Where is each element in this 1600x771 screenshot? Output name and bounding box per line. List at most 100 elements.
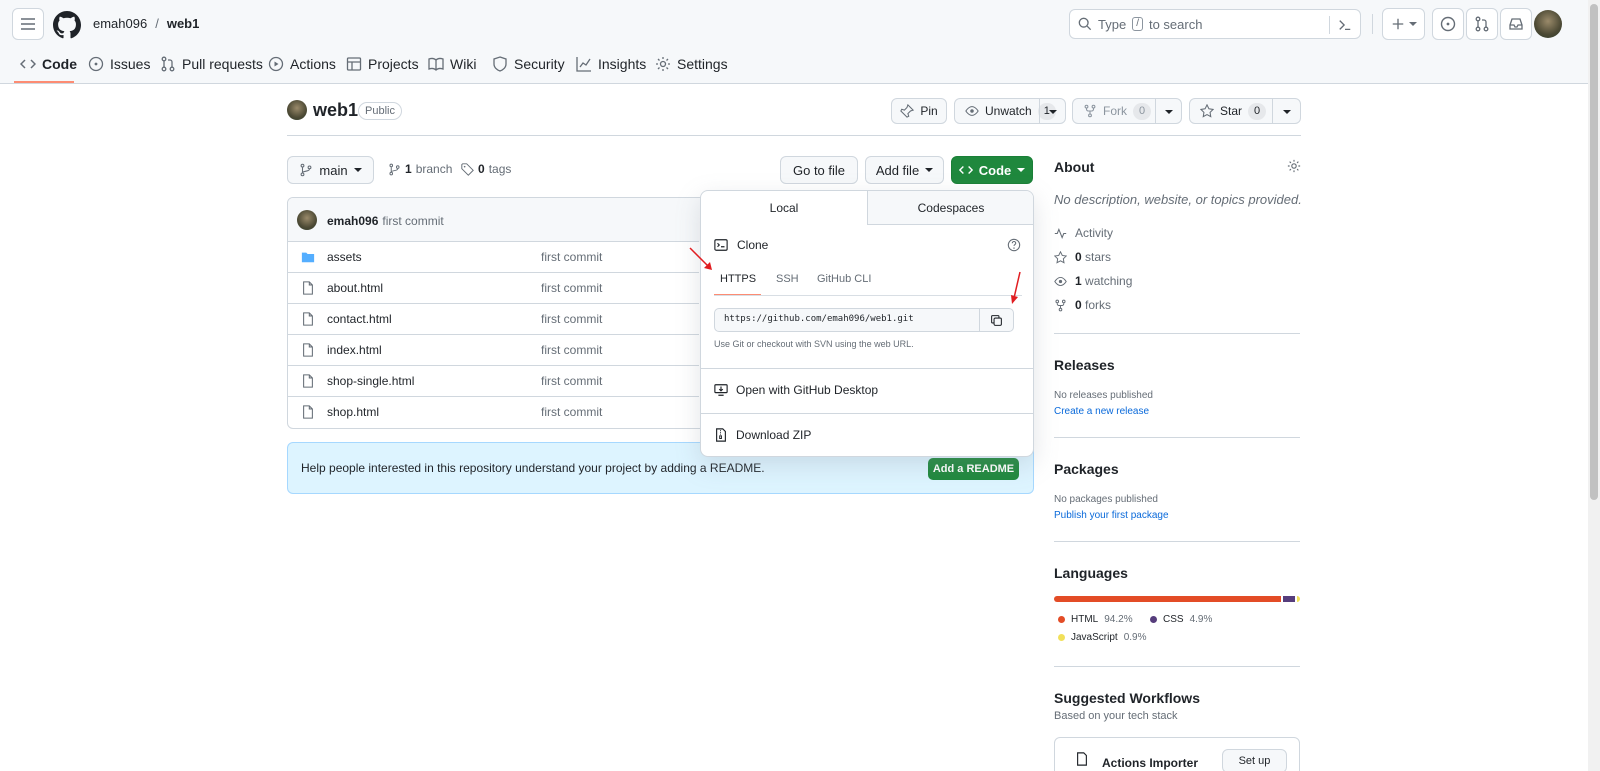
search-input[interactable]: Type / to search (1069, 9, 1361, 39)
file-commit-message[interactable]: first commit (541, 343, 602, 357)
caret-down-icon[interactable] (1165, 108, 1173, 116)
issues-button[interactable] (1432, 8, 1464, 40)
file-name[interactable]: shop.html (327, 405, 379, 419)
tab-insights[interactable]: Insights (576, 52, 646, 76)
publish-package-link[interactable]: Publish your first package (1054, 510, 1169, 521)
tab-wiki[interactable]: Wiki (428, 52, 476, 76)
scrollbar-thumb[interactable] (1590, 4, 1598, 500)
watching-link[interactable]: 1 watching (1054, 272, 1132, 290)
file-row[interactable]: shop-single.html first commit (287, 365, 699, 396)
language-item[interactable]: CSS 4.9% (1150, 614, 1212, 625)
help-icon[interactable] (1007, 238, 1021, 252)
protocol-ssh[interactable]: SSH (776, 273, 799, 285)
fork-icon (1084, 104, 1096, 118)
add-readme-button[interactable]: Add a README (928, 458, 1019, 480)
pin-icon (900, 104, 915, 118)
file-row[interactable]: about.html first commit (287, 272, 699, 303)
hamburger-icon (21, 18, 35, 30)
go-to-file-button[interactable]: Go to file (780, 156, 858, 184)
clone-url-field[interactable]: https://github.com/emah096/web1.git (714, 308, 980, 332)
file-name[interactable]: contact.html (327, 312, 392, 326)
repo-title[interactable]: web1 (313, 100, 358, 121)
tab-codespaces[interactable]: Codespaces (867, 201, 1033, 215)
file-commit-message[interactable]: first commit (541, 281, 602, 295)
forks-link[interactable]: 0 forks (1054, 296, 1111, 314)
file-icon (303, 374, 313, 388)
file-commit-message[interactable]: first commit (541, 374, 602, 388)
setup-workflow-button[interactable]: Set up (1222, 749, 1287, 771)
packages-title[interactable]: Packages (1054, 461, 1119, 477)
tab-pull-requests[interactable]: Pull requests (160, 52, 263, 76)
download-zip-item[interactable]: Download ZIP (714, 428, 811, 442)
caret-down-icon[interactable] (1283, 108, 1291, 116)
github-logo-icon[interactable] (53, 11, 81, 39)
branch-select[interactable]: main (287, 156, 374, 184)
sidebar-divider (1054, 333, 1300, 334)
nav-active-underline (14, 81, 74, 83)
commit-message[interactable]: first commit (382, 214, 443, 228)
releases-title[interactable]: Releases (1054, 357, 1115, 373)
activity-link[interactable]: Activity (1054, 224, 1113, 242)
open-desktop-item[interactable]: Open with GitHub Desktop (714, 383, 878, 397)
file-name[interactable]: index.html (327, 343, 382, 357)
add-file-button[interactable]: Add file (865, 156, 944, 184)
pull-requests-button[interactable] (1466, 8, 1498, 40)
about-description: No description, website, or topics provi… (1054, 192, 1302, 207)
commit-author[interactable]: emah096 (327, 214, 378, 228)
file-commit-message[interactable]: first commit (541, 405, 602, 419)
unwatch-button[interactable]: Unwatch 1 (954, 98, 1066, 124)
stars-link[interactable]: 0 stars (1054, 248, 1111, 266)
breadcrumb-repo[interactable]: web1 (167, 16, 200, 31)
language-item[interactable]: JavaScript 0.9% (1058, 632, 1146, 643)
code-button[interactable]: Code (951, 156, 1033, 184)
tags-link[interactable]: 0 tags (461, 162, 511, 176)
tab-local[interactable]: Local (701, 201, 867, 215)
file-icon (303, 343, 313, 357)
tab-projects[interactable]: Projects (346, 52, 419, 76)
watching-label: watching (1085, 274, 1133, 288)
branches-link[interactable]: 1 branch (388, 162, 452, 176)
breadcrumb-owner[interactable]: emah096 (93, 16, 147, 31)
code-button-label: Code (978, 162, 1012, 178)
tab-issues[interactable]: Issues (88, 52, 150, 76)
protocol-https[interactable]: HTTPS (720, 273, 756, 285)
file-name[interactable]: assets (327, 250, 362, 264)
copy-url-button[interactable] (979, 308, 1014, 332)
tab-security[interactable]: Security (492, 52, 565, 76)
avatar[interactable] (1534, 10, 1562, 38)
star-button[interactable]: Star 0 (1189, 98, 1301, 124)
create-release-link[interactable]: Create a new release (1054, 406, 1149, 417)
create-new-button[interactable] (1382, 8, 1425, 40)
nav-label: Settings (677, 56, 728, 72)
play-icon (268, 56, 284, 72)
tab-actions[interactable]: Actions (268, 52, 336, 76)
protocol-github-cli[interactable]: GitHub CLI (817, 273, 871, 285)
workflows-title: Suggested Workflows (1054, 690, 1200, 706)
file-row[interactable]: assets first commit (287, 241, 699, 272)
file-commit-message[interactable]: first commit (541, 312, 602, 326)
code-icon (958, 166, 973, 174)
file-name[interactable]: shop-single.html (327, 374, 414, 388)
tab-settings[interactable]: Settings (655, 52, 728, 76)
pull-request-icon (1475, 16, 1489, 32)
fork-button[interactable]: Fork 0 (1072, 98, 1182, 124)
pin-button[interactable]: Pin (891, 98, 947, 124)
protocol-tabs-divider (714, 295, 1022, 296)
file-row[interactable]: shop.html first commit (287, 396, 699, 427)
file-name[interactable]: about.html (327, 281, 383, 295)
file-row[interactable]: contact.html first commit (287, 303, 699, 334)
inbox-button[interactable] (1500, 8, 1532, 40)
file-commit-message[interactable]: first commit (541, 250, 602, 264)
table-icon (346, 57, 362, 71)
command-palette-icon[interactable] (1338, 18, 1352, 32)
menu-button[interactable] (12, 8, 44, 40)
language-bar-segment (1297, 596, 1300, 602)
scrollbar-track[interactable] (1588, 0, 1600, 771)
file-row[interactable]: index.html first commit (287, 334, 699, 365)
language-item[interactable]: HTML 94.2% (1058, 614, 1133, 625)
caret-down-icon[interactable] (1049, 108, 1057, 116)
gear-icon[interactable] (1287, 159, 1301, 173)
inbox-icon (1509, 18, 1523, 30)
repo-head-divider (287, 135, 1301, 136)
tab-code[interactable]: Code (20, 52, 77, 76)
